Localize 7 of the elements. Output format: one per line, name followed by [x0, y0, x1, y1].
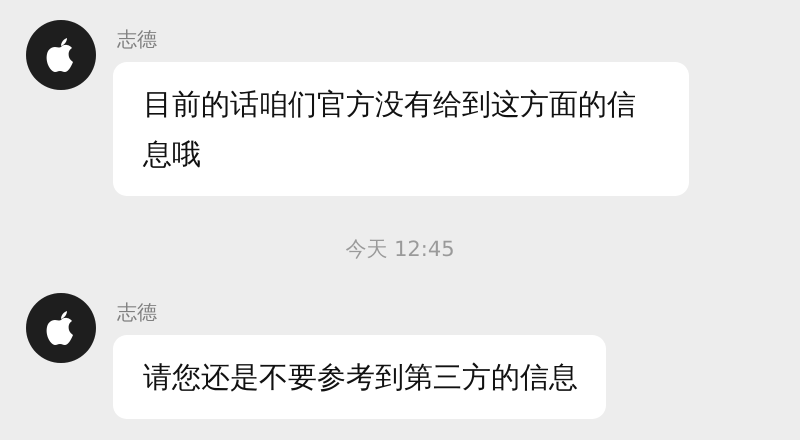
- message-bubble: 目前的话咱们官方没有给到这方面的信息哦: [113, 62, 689, 196]
- sender-name: 志德: [117, 299, 157, 325]
- timestamp: 今天 12:45: [345, 236, 455, 263]
- message-bubble: 请您还是不要参考到第三方的信息: [113, 335, 606, 419]
- sender-name: 志德: [117, 26, 157, 52]
- apple-icon: [46, 310, 76, 346]
- apple-icon: [46, 38, 76, 72]
